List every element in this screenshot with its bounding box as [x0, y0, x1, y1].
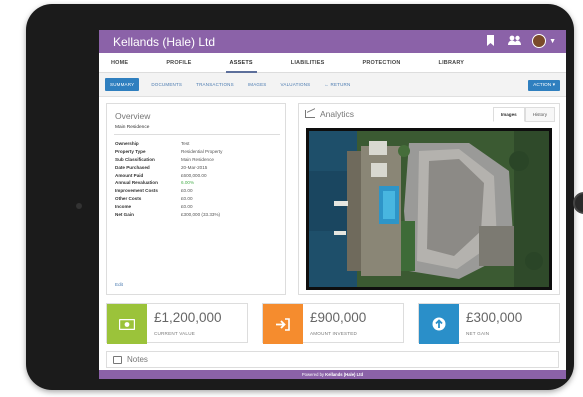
notes-title: Notes [127, 355, 148, 364]
subnav-transactions[interactable]: TRANSACTIONS [194, 79, 236, 90]
overview-subtitle: Main Residence [115, 125, 150, 130]
overview-title: Overview [115, 111, 151, 121]
detail-key: Sub Classification [115, 156, 155, 162]
overview-details: Ownership Test Property Type Residential P… [115, 140, 222, 218]
tab-images[interactable]: Images [492, 107, 525, 122]
user-avatar[interactable] [532, 34, 547, 48]
subnav-return[interactable]: ← RETURN [322, 79, 352, 90]
nav-liabilities[interactable]: LIABILITIES [291, 53, 325, 72]
subnav-documents[interactable]: DOCUMENTS [149, 79, 184, 90]
analytics-panel: Analytics Images History [298, 103, 560, 295]
sub-nav-bar: SUMMARY DOCUMENTS TRANSACTIONS IMAGES VA… [99, 73, 566, 97]
detail-key: Ownership [115, 141, 139, 147]
stat-value: £300,000 [466, 310, 523, 325]
analytics-title: Analytics [320, 109, 355, 119]
users-icon[interactable] [508, 35, 522, 47]
detail-key: Income [115, 203, 132, 209]
edit-icon [113, 356, 122, 364]
stat-value: £1,200,000 [154, 310, 222, 325]
detail-key: Annual Revaluation [115, 180, 158, 186]
detail-row: Other Costs £0.00 [115, 195, 222, 203]
detail-value: £0.00 [181, 195, 193, 201]
detail-value: £0.00 [181, 188, 193, 194]
stats-row: £1,200,000 CURRENT VALUE £900,000 AMOUNT… [106, 303, 561, 344]
detail-key: Property Type [115, 149, 146, 155]
nav-library[interactable]: LIBRARY [439, 53, 465, 72]
detail-key: Other Costs [115, 195, 142, 201]
detail-row: Improvement Costs £0.00 [115, 187, 222, 195]
sign-in-icon [263, 304, 303, 344]
footer-brand: Kellands (Hale) Ltd [325, 372, 364, 377]
detail-row: Sub Classification Main Residence [115, 156, 222, 164]
property-aerial-photo[interactable] [306, 128, 552, 290]
detail-row: Annual Revaluation 6.00% [115, 179, 222, 187]
footer-prefix: Powered by [301, 372, 326, 377]
detail-value: Test [181, 141, 190, 147]
detail-value: 20-Mar-2015 [181, 164, 208, 170]
detail-key: Improvement Costs [115, 188, 158, 194]
notes-panel[interactable]: Notes [106, 351, 559, 368]
line-chart-icon [305, 110, 315, 118]
stat-label: CURRENT VALUE [154, 331, 195, 336]
nav-profile[interactable]: PROFILE [166, 53, 191, 72]
detail-value: £600,000.00 [181, 172, 207, 178]
tablet-home-button [573, 192, 583, 214]
chevron-down-icon[interactable]: ▼ [549, 38, 556, 45]
detail-row: Amount Paid £600,000.00 [115, 171, 222, 179]
stat-card-amount-invested: £900,000 AMOUNT INVESTED [262, 303, 404, 344]
detail-row: Ownership Test [115, 140, 222, 148]
bookmark-icon[interactable] [484, 35, 496, 47]
detail-key: Net Gain [115, 211, 134, 217]
analytics-tabs: Images History [492, 107, 555, 122]
subnav-images[interactable]: IMAGES [246, 79, 269, 90]
detail-value: £0.00 [181, 203, 193, 209]
action-button[interactable]: ACTION ▾ [528, 80, 560, 91]
tablet-camera [76, 203, 82, 209]
main-nav: HOME PROFILE ASSETS LIABILITIES PROTECTI… [99, 53, 566, 73]
stat-card-current-value: £1,200,000 CURRENT VALUE [106, 303, 248, 344]
detail-row: Income £0.00 [115, 202, 222, 210]
aerial-photo-image [309, 131, 549, 287]
detail-value: 6.00% [181, 180, 195, 186]
divider [114, 134, 280, 135]
banknote-icon [107, 304, 147, 344]
subnav-valuations[interactable]: VALUATIONS [279, 79, 313, 90]
footer: Powered by Kellands (Hale) Ltd [99, 370, 566, 379]
detail-row: Date Purchased 20-Mar-2015 [115, 163, 222, 171]
app-screen: Kellands (Hale) Ltd ▼ HOME PROFILE ASSET… [99, 30, 566, 379]
stat-label: AMOUNT INVESTED [310, 331, 358, 336]
nav-protection[interactable]: PROTECTION [362, 53, 400, 72]
detail-value: £300,000 (33.33%) [181, 211, 221, 217]
detail-value: Residential Property [181, 149, 223, 155]
tab-history[interactable]: History [524, 107, 555, 122]
stat-label: NET GAIN [466, 331, 490, 336]
nav-assets[interactable]: ASSETS [225, 53, 258, 73]
brand-title: Kellands (Hale) Ltd [113, 35, 216, 49]
detail-row: Net Gain £300,000 (33.33%) [115, 210, 222, 218]
tablet-frame: Kellands (Hale) Ltd ▼ HOME PROFILE ASSET… [26, 4, 583, 390]
stat-card-net-gain: £300,000 NET GAIN [418, 303, 560, 344]
subnav-summary[interactable]: SUMMARY [105, 78, 140, 91]
detail-key: Amount Paid [115, 172, 144, 178]
stat-value: £900,000 [310, 310, 367, 325]
detail-row: Property Type Residential Property [115, 148, 222, 156]
top-bar: Kellands (Hale) Ltd ▼ [99, 30, 566, 53]
nav-home[interactable]: HOME [111, 53, 128, 72]
arrow-up-icon [419, 304, 459, 344]
detail-value: Main Residence [181, 156, 214, 162]
overview-panel: Overview Main Residence Ownership Test Pr… [106, 103, 286, 295]
edit-link[interactable]: Edit [115, 282, 123, 287]
detail-key: Date Purchased [115, 164, 150, 170]
